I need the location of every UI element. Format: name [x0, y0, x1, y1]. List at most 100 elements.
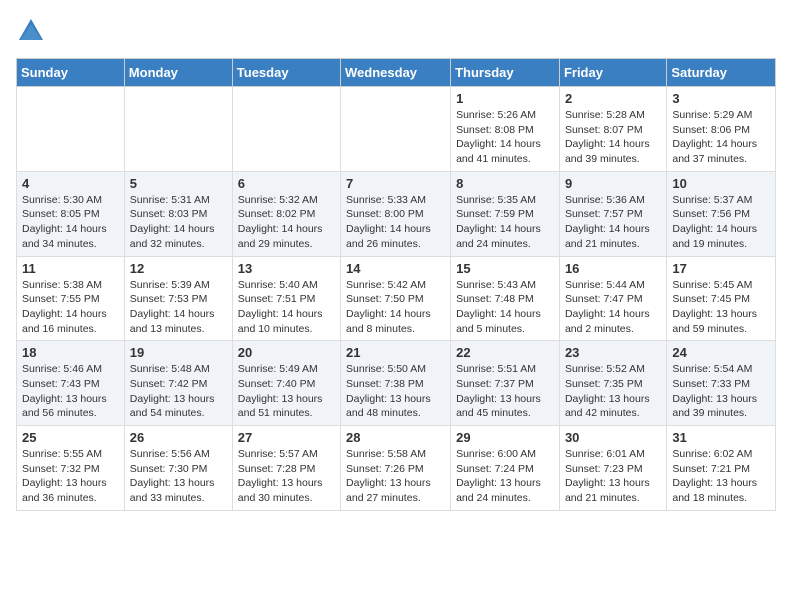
calendar-cell: 24 Sunrise: 5:54 AMSunset: 7:33 PMDayligh…: [667, 341, 776, 426]
day-number: 11: [22, 261, 119, 276]
day-info: Sunrise: 5:28 AMSunset: 8:07 PMDaylight:…: [565, 108, 661, 167]
calendar-cell: 11 Sunrise: 5:38 AMSunset: 7:55 PMDayligh…: [17, 256, 125, 341]
calendar-cell: 10 Sunrise: 5:37 AMSunset: 7:56 PMDayligh…: [667, 171, 776, 256]
day-info: Sunrise: 5:37 AMSunset: 7:56 PMDaylight:…: [672, 193, 770, 252]
calendar-cell: 14Sunrise: 5:42 AMSunset: 7:50 PMDayligh…: [341, 256, 451, 341]
calendar-week-4: 25 Sunrise: 5:55 AMSunset: 7:32 PMDayligh…: [17, 426, 776, 511]
day-number: 25: [22, 430, 119, 445]
day-info: Sunrise: 5:30 AMSunset: 8:05 PMDaylight:…: [22, 193, 119, 252]
day-number: 1: [456, 91, 554, 106]
day-number: 16: [565, 261, 661, 276]
calendar-week-1: 4Sunrise: 5:30 AMSunset: 8:05 PMDaylight…: [17, 171, 776, 256]
day-info: Sunrise: 5:38 AMSunset: 7:55 PMDaylight:…: [22, 278, 119, 337]
day-number: 6: [238, 176, 335, 191]
day-number: 26: [130, 430, 227, 445]
calendar-cell: 20 Sunrise: 5:49 AMSunset: 7:40 PMDayligh…: [232, 341, 340, 426]
day-info: Sunrise: 5:44 AMSunset: 7:47 PMDaylight:…: [565, 278, 661, 337]
calendar-cell: 26 Sunrise: 5:56 AMSunset: 7:30 PMDayligh…: [124, 426, 232, 511]
day-number: 7: [346, 176, 445, 191]
calendar-cell: 5Sunrise: 5:31 AMSunset: 8:03 PMDaylight…: [124, 171, 232, 256]
col-header-monday: Monday: [124, 59, 232, 87]
calendar-cell: 18 Sunrise: 5:46 AMSunset: 7:43 PMDayligh…: [17, 341, 125, 426]
calendar-cell: 28 Sunrise: 5:58 AMSunset: 7:26 PMDayligh…: [341, 426, 451, 511]
day-number: 18: [22, 345, 119, 360]
day-number: 20: [238, 345, 335, 360]
day-info: Sunrise: 5:54 AMSunset: 7:33 PMDaylight:…: [672, 362, 770, 421]
calendar-week-2: 11 Sunrise: 5:38 AMSunset: 7:55 PMDayligh…: [17, 256, 776, 341]
calendar-cell: 6 Sunrise: 5:32 AMSunset: 8:02 PMDaylight…: [232, 171, 340, 256]
calendar-cell: 27 Sunrise: 5:57 AMSunset: 7:28 PMDayligh…: [232, 426, 340, 511]
day-info: Sunrise: 5:39 AMSunset: 7:53 PMDaylight:…: [130, 278, 227, 337]
day-info: Sunrise: 5:48 AMSunset: 7:42 PMDaylight:…: [130, 362, 227, 421]
day-number: 8: [456, 176, 554, 191]
day-info: Sunrise: 5:29 AMSunset: 8:06 PMDaylight:…: [672, 108, 770, 167]
calendar-cell: 3 Sunrise: 5:29 AMSunset: 8:06 PMDaylight…: [667, 87, 776, 172]
day-info: Sunrise: 5:57 AMSunset: 7:28 PMDaylight:…: [238, 447, 335, 506]
day-number: 15: [456, 261, 554, 276]
day-number: 28: [346, 430, 445, 445]
day-info: Sunrise: 6:01 AMSunset: 7:23 PMDaylight:…: [565, 447, 661, 506]
calendar-cell: 13Sunrise: 5:40 AMSunset: 7:51 PMDayligh…: [232, 256, 340, 341]
calendar-week-3: 18 Sunrise: 5:46 AMSunset: 7:43 PMDayligh…: [17, 341, 776, 426]
calendar-cell: 12 Sunrise: 5:39 AMSunset: 7:53 PMDayligh…: [124, 256, 232, 341]
calendar-table: SundayMondayTuesdayWednesdayThursdayFrid…: [16, 58, 776, 511]
day-number: 9: [565, 176, 661, 191]
day-info: Sunrise: 5:33 AMSunset: 8:00 PMDaylight:…: [346, 193, 445, 252]
day-info: Sunrise: 5:43 AMSunset: 7:48 PMDaylight:…: [456, 278, 554, 337]
day-info: Sunrise: 5:58 AMSunset: 7:26 PMDaylight:…: [346, 447, 445, 506]
col-header-friday: Friday: [559, 59, 666, 87]
day-info: Sunrise: 5:56 AMSunset: 7:30 PMDaylight:…: [130, 447, 227, 506]
day-info: Sunrise: 5:26 AMSunset: 8:08 PMDaylight:…: [456, 108, 554, 167]
calendar-cell: 23Sunrise: 5:52 AMSunset: 7:35 PMDayligh…: [559, 341, 666, 426]
day-info: Sunrise: 5:35 AMSunset: 7:59 PMDaylight:…: [456, 193, 554, 252]
day-info: Sunrise: 5:51 AMSunset: 7:37 PMDaylight:…: [456, 362, 554, 421]
logo: [16, 16, 50, 46]
calendar-cell: 30Sunrise: 6:01 AMSunset: 7:23 PMDayligh…: [559, 426, 666, 511]
day-number: 31: [672, 430, 770, 445]
day-info: Sunrise: 5:46 AMSunset: 7:43 PMDaylight:…: [22, 362, 119, 421]
day-number: 2: [565, 91, 661, 106]
calendar-cell: 29 Sunrise: 6:00 AMSunset: 7:24 PMDayligh…: [451, 426, 560, 511]
day-info: Sunrise: 5:32 AMSunset: 8:02 PMDaylight:…: [238, 193, 335, 252]
calendar-cell: 21Sunrise: 5:50 AMSunset: 7:38 PMDayligh…: [341, 341, 451, 426]
day-info: Sunrise: 5:49 AMSunset: 7:40 PMDaylight:…: [238, 362, 335, 421]
col-header-tuesday: Tuesday: [232, 59, 340, 87]
day-number: 13: [238, 261, 335, 276]
calendar-cell: 15 Sunrise: 5:43 AMSunset: 7:48 PMDayligh…: [451, 256, 560, 341]
calendar-cell: [232, 87, 340, 172]
calendar-cell: [124, 87, 232, 172]
logo-icon: [16, 16, 46, 46]
calendar-cell: 8 Sunrise: 5:35 AMSunset: 7:59 PMDaylight…: [451, 171, 560, 256]
calendar-cell: 31Sunrise: 6:02 AMSunset: 7:21 PMDayligh…: [667, 426, 776, 511]
calendar-cell: 25 Sunrise: 5:55 AMSunset: 7:32 PMDayligh…: [17, 426, 125, 511]
calendar-cell: 2 Sunrise: 5:28 AMSunset: 8:07 PMDaylight…: [559, 87, 666, 172]
day-number: 29: [456, 430, 554, 445]
calendar-cell: [341, 87, 451, 172]
day-number: 3: [672, 91, 770, 106]
day-number: 10: [672, 176, 770, 191]
day-info: Sunrise: 5:31 AMSunset: 8:03 PMDaylight:…: [130, 193, 227, 252]
calendar-cell: 19Sunrise: 5:48 AMSunset: 7:42 PMDayligh…: [124, 341, 232, 426]
col-header-saturday: Saturday: [667, 59, 776, 87]
day-number: 27: [238, 430, 335, 445]
col-header-thursday: Thursday: [451, 59, 560, 87]
day-info: Sunrise: 6:00 AMSunset: 7:24 PMDaylight:…: [456, 447, 554, 506]
day-number: 22: [456, 345, 554, 360]
calendar-cell: 4Sunrise: 5:30 AMSunset: 8:05 PMDaylight…: [17, 171, 125, 256]
day-info: Sunrise: 5:55 AMSunset: 7:32 PMDaylight:…: [22, 447, 119, 506]
calendar-cell: 16 Sunrise: 5:44 AMSunset: 7:47 PMDayligh…: [559, 256, 666, 341]
calendar-cell: 22 Sunrise: 5:51 AMSunset: 7:37 PMDayligh…: [451, 341, 560, 426]
day-number: 12: [130, 261, 227, 276]
col-header-sunday: Sunday: [17, 59, 125, 87]
day-number: 14: [346, 261, 445, 276]
calendar-week-0: 1 Sunrise: 5:26 AMSunset: 8:08 PMDaylight…: [17, 87, 776, 172]
calendar-cell: 17 Sunrise: 5:45 AMSunset: 7:45 PMDayligh…: [667, 256, 776, 341]
calendar-cell: 9Sunrise: 5:36 AMSunset: 7:57 PMDaylight…: [559, 171, 666, 256]
page-header: [16, 16, 776, 46]
day-info: Sunrise: 5:50 AMSunset: 7:38 PMDaylight:…: [346, 362, 445, 421]
day-info: Sunrise: 5:45 AMSunset: 7:45 PMDaylight:…: [672, 278, 770, 337]
day-number: 24: [672, 345, 770, 360]
day-number: 23: [565, 345, 661, 360]
day-number: 17: [672, 261, 770, 276]
col-header-wednesday: Wednesday: [341, 59, 451, 87]
